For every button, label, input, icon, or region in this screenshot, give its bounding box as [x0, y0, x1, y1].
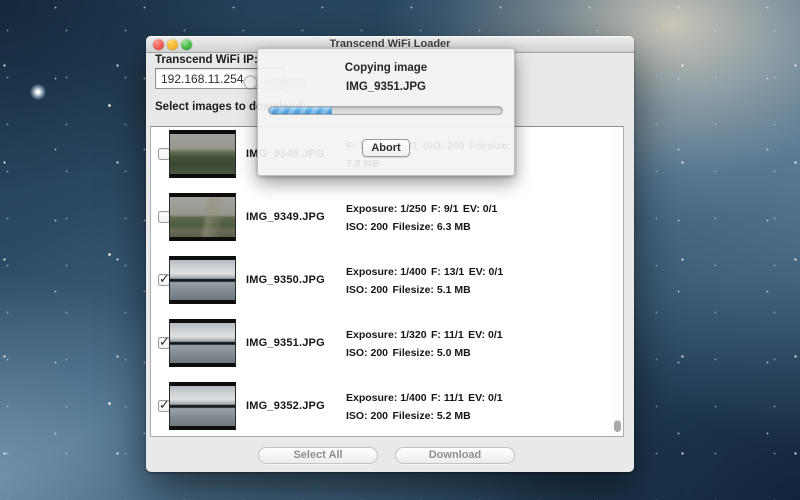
exif-iso: ISO: 200 [346, 410, 388, 422]
image-exif: Exposure: 1/250 F: 9/1 EV: 0/1 ISO: 200 … [346, 199, 516, 235]
dialog-title: Copying image [258, 62, 514, 74]
image-filename: IMG_9351.JPG [246, 337, 325, 349]
zoom-button[interactable] [181, 39, 192, 50]
image-exif: Exposure: 1/320 F: 11/1 EV: 0/1 ISO: 200… [346, 325, 516, 361]
exif-iso: ISO: 200 [346, 284, 388, 296]
dialog-filename: IMG_9351.JPG [258, 81, 514, 93]
exif-f: F: 13/1 [431, 266, 464, 278]
desktop-wallpaper: Transcend WiFi Loader Transcend WiFi IP:… [0, 0, 800, 500]
image-thumbnail [169, 382, 236, 430]
exif-ev: EV: 0/1 [468, 329, 502, 341]
minimize-button[interactable] [167, 39, 178, 50]
abort-button[interactable]: Abort [362, 139, 410, 157]
bright-star [30, 84, 46, 100]
exif-iso: ISO: 200 [346, 347, 388, 359]
exif-exposure: Exposure: 1/400 [346, 266, 427, 278]
image-filename: IMG_9349.JPG [246, 211, 325, 223]
exif-f: F: 11/1 [431, 329, 464, 341]
exif-exposure: Exposure: 1/400 [346, 392, 427, 404]
exif-exposure: Exposure: 1/250 [346, 203, 427, 215]
exif-f: F: 11/1 [431, 392, 464, 404]
exif-filesize: Filesize: 5.2 MB [392, 410, 470, 422]
image-filename: IMG_9350.JPG [246, 274, 325, 286]
image-thumbnail [169, 130, 236, 178]
image-exif: Exposure: 1/400 F: 13/1 EV: 0/1 ISO: 200… [346, 262, 516, 298]
exif-ev: EV: 0/1 [468, 392, 502, 404]
exif-ev: EV: 0/1 [463, 203, 497, 215]
exif-filesize: Filesize: 5.1 MB [392, 284, 470, 296]
image-row: IMG_9350.JPG Exposure: 1/400 F: 13/1 EV:… [151, 248, 623, 311]
exif-filesize: Filesize: 6.3 MB [392, 221, 470, 233]
image-row: IMG_9351.JPG Exposure: 1/320 F: 11/1 EV:… [151, 311, 623, 374]
exif-filesize: Filesize: 5.0 MB [392, 347, 470, 359]
exif-ev: EV: 0/1 [469, 266, 503, 278]
image-thumbnail [169, 319, 236, 367]
reload-button[interactable] [243, 75, 258, 90]
image-filename: IMG_9352.JPG [246, 400, 325, 412]
copy-progress-dialog: Copying image IMG_9351.JPG Abort [257, 48, 515, 176]
image-thumbnail [169, 193, 236, 241]
exif-exposure: Exposure: 1/320 [346, 329, 427, 341]
scrollbar-thumb[interactable] [614, 420, 621, 432]
download-button[interactable]: Download [395, 447, 515, 464]
scrollbar-track[interactable] [611, 127, 623, 436]
select-all-button[interactable]: Select All [258, 447, 378, 464]
close-button[interactable] [153, 39, 164, 50]
exif-iso: ISO: 200 [346, 221, 388, 233]
progress-fill [269, 107, 332, 114]
image-thumbnail [169, 256, 236, 304]
exif-f: F: 9/1 [431, 203, 458, 215]
image-exif: Exposure: 1/400 F: 11/1 EV: 0/1 ISO: 200… [346, 388, 516, 424]
progress-bar [268, 106, 503, 115]
image-row: IMG_9349.JPG Exposure: 1/250 F: 9/1 EV: … [151, 185, 623, 248]
ip-label: Transcend WiFi IP: [155, 54, 258, 66]
image-row: IMG_9352.JPG Exposure: 1/400 F: 11/1 EV:… [151, 374, 623, 437]
